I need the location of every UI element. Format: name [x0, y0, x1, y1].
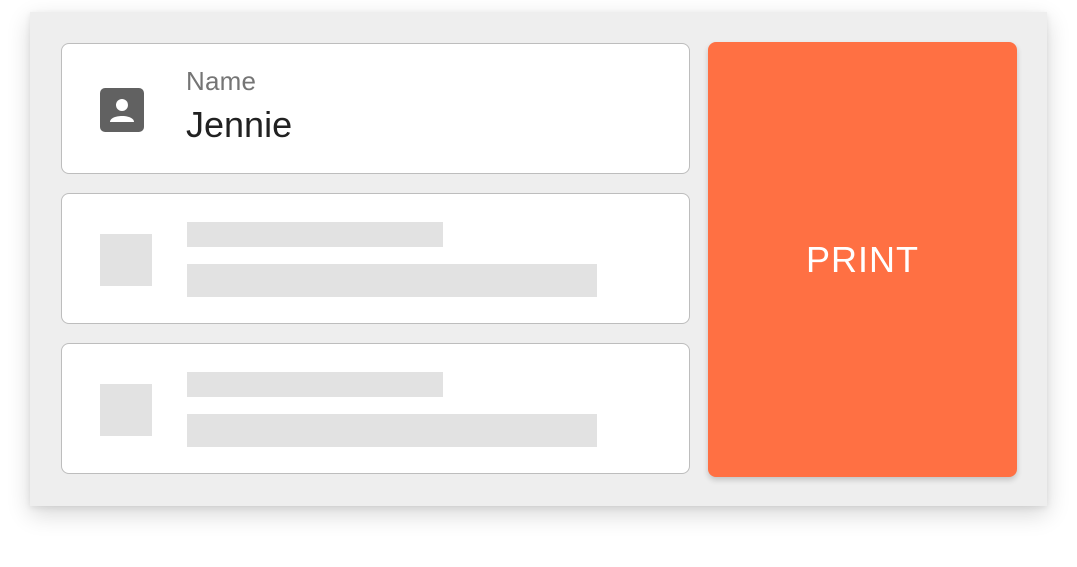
contact-icon: [100, 88, 144, 132]
placeholder-card: [61, 343, 690, 474]
placeholder-value-line: [187, 264, 597, 297]
placeholder-icon: [100, 234, 152, 286]
name-field-value: Jennie: [186, 104, 293, 145]
placeholder-icon: [100, 384, 152, 436]
placeholder-card: [61, 193, 690, 324]
placeholder-value-line: [187, 414, 597, 447]
contact-name-card[interactable]: Name Jennie: [61, 43, 690, 174]
placeholder-label-line: [187, 372, 443, 397]
print-panel: Name Jennie PRINT: [30, 12, 1047, 506]
placeholder-label-line: [187, 222, 443, 247]
name-field-label: Name: [186, 66, 257, 96]
print-button-label: PRINT: [806, 238, 919, 280]
print-button[interactable]: PRINT: [708, 42, 1017, 477]
